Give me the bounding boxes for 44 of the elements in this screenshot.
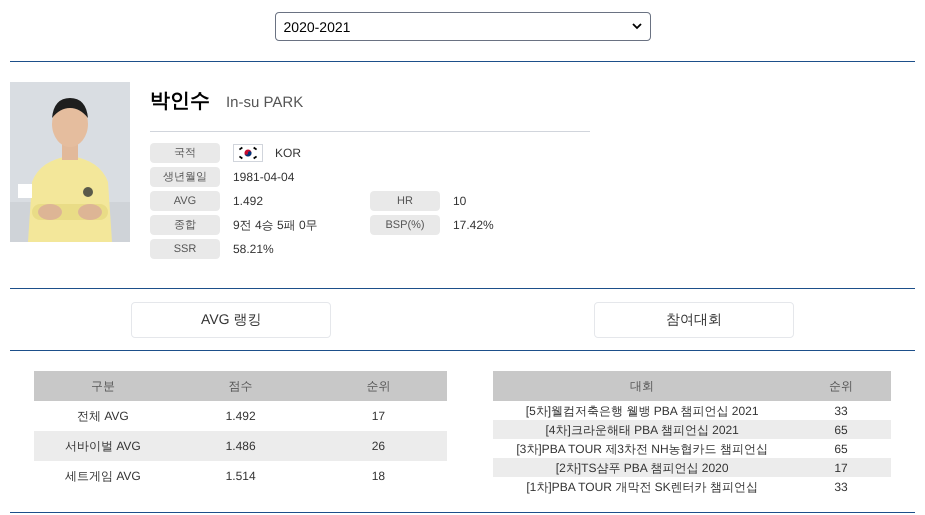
table-cell-text: 18 [370,468,386,485]
table-cell-text: 33 [833,478,849,496]
table-cell-text: [2차]TS샴푸 PBA 챔피언십 2020 [554,460,730,476]
table-cell-text: 1.486 [224,438,257,455]
stat-value: 1981-04-04 [233,169,294,186]
season-dropdown[interactable]: 2020-2021 [274,12,650,41]
stat-value: 1.492 [233,193,264,210]
table-cell-text: [4차]크라운해태 PBA 챔피언십 2021 [544,422,740,438]
table-cell-text: 전체 AVG [76,408,130,425]
table-cell-text: [3차]PBA TOUR 제3차전 NH농협카드 챔피언십 [515,440,769,458]
table-cell-text: [1차]PBA TOUR 개막전 SK렌터카 챔피언십 [525,478,759,496]
stat-label: 종합 [150,215,220,235]
stat-label: 국적 [150,143,220,163]
stat-label: AVG [150,191,220,211]
table-cell-text: 65 [833,422,849,438]
table-cell-text: 65 [833,440,849,458]
table-cell-text: 17 [833,460,849,476]
table-cell-text: 1.492 [224,408,257,425]
table-cell-text: 33 [833,402,849,420]
table-cell-text: 1.514 [224,468,257,485]
column-header: 대회 [629,378,656,395]
column-header: 점수 [228,378,254,395]
stat-label: BSP(%) [370,215,440,235]
table-cell-text: 26 [370,438,386,455]
stat-value: 9전 4승 5패 0무 [233,217,318,234]
player-name: 박인수 [150,89,210,114]
column-header: 순위 [365,378,392,395]
player-english-name: In-su PARK [226,93,304,113]
stat-value: 58.21% [233,241,274,258]
column-header: 순위 [828,378,854,395]
column-header: 구분 [90,378,116,395]
section-button[interactable]: 참여대회 [594,302,794,338]
table-cell-text: 서바이벌 AVG [64,438,142,455]
stat-value: KOR [275,145,302,162]
stat-label: 생년월일 [150,167,220,187]
stat-label: HR [370,191,440,211]
stat-label: SSR [150,239,220,259]
section-button[interactable]: AVG 랭킹 [131,302,332,338]
table-cell-text: [5차]웰컴저축은행 웰뱅 PBA 챔피언십 2021 [524,402,760,420]
table-cell-text: 세트게임 AVG [64,468,142,485]
table-cell-text: 17 [370,408,386,425]
stat-value: 17.42% [453,217,494,234]
stat-value: 10 [453,193,466,210]
chevron-icon [632,23,642,30]
